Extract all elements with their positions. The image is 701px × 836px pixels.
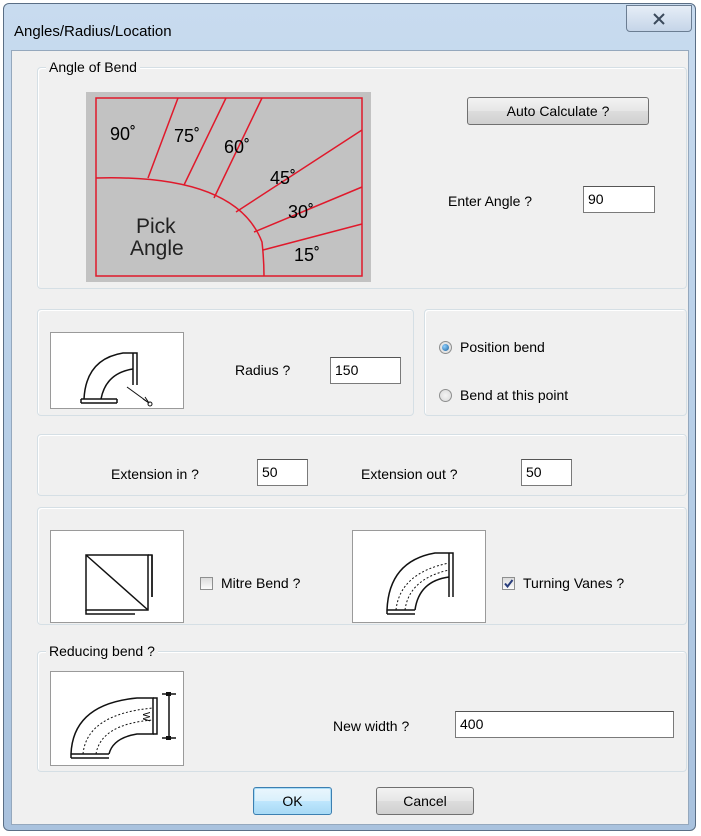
window-title: Angles/Radius/Location	[14, 23, 172, 40]
close-icon	[653, 13, 665, 25]
angle-label-75: 75˚	[174, 126, 200, 146]
angle-label-30: 30˚	[288, 202, 314, 222]
new-width-input[interactable]: 400	[455, 711, 674, 738]
radius-label: Radius ?	[235, 362, 291, 378]
extension-group: Extension in ? 50 Extension out ? 50	[37, 434, 687, 496]
extension-out-input[interactable]: 50	[521, 459, 572, 486]
bend-options-group: Mitre Bend ? Turning Vanes ?	[37, 507, 687, 625]
width-marker-label: W	[140, 712, 151, 722]
angle-label-45: 45˚	[270, 168, 296, 188]
extension-in-input[interactable]: 50	[257, 459, 308, 486]
extension-out-label: Extension out ?	[361, 466, 458, 482]
radius-bend-picture	[50, 332, 184, 409]
pick-angle-label-line1: Pick	[136, 215, 176, 238]
angle-label-90: 90˚	[110, 124, 136, 144]
pick-angle-label-line2: Angle	[130, 237, 184, 260]
dialog-window: Angles/Radius/Location Angle of Bend 90˚…	[3, 3, 696, 831]
ok-button[interactable]: OK	[253, 787, 332, 815]
bend-at-point-label: Bend at this point	[460, 387, 569, 403]
checkmark-icon	[504, 579, 514, 589]
radius-input[interactable]: 150	[330, 357, 401, 384]
position-bend-radio[interactable]: Position bend	[439, 338, 659, 358]
angle-label-60: 60˚	[224, 137, 250, 157]
extension-in-label: Extension in ?	[111, 466, 199, 482]
title-bar[interactable]: Angles/Radius/Location	[4, 4, 695, 44]
position-group: Position bend Bend at this point	[424, 309, 687, 416]
new-width-label: New width ?	[333, 718, 410, 734]
turning-vanes-checkbox-box[interactable]	[502, 577, 515, 590]
mitre-bend-checkbox-box[interactable]	[200, 577, 213, 590]
bend-at-point-radio[interactable]: Bend at this point	[439, 386, 659, 406]
angle-of-bend-group: Angle of Bend 90˚ 75˚ 60˚ 45˚ 30˚ 15˚ Pi…	[37, 59, 687, 289]
angle-of-bend-legend: Angle of Bend	[46, 59, 140, 75]
reducing-bend-legend: Reducing bend ?	[46, 643, 158, 659]
mitre-bend-label: Mitre Bend ?	[221, 575, 301, 591]
enter-angle-input[interactable]: 90	[583, 186, 655, 213]
angle-picker-background	[86, 92, 371, 282]
turning-vanes-label: Turning Vanes ?	[523, 575, 625, 591]
position-bend-label: Position bend	[460, 339, 545, 355]
turning-vanes-picture	[352, 530, 486, 623]
angle-label-15: 15˚	[294, 245, 320, 265]
mitre-bend-checkbox[interactable]: Mitre Bend ?	[200, 574, 340, 594]
enter-angle-label: Enter Angle ?	[448, 193, 533, 209]
bend-at-point-radio-button[interactable]	[439, 389, 452, 402]
cancel-button[interactable]: Cancel	[376, 787, 474, 815]
dialog-client-area: Angle of Bend 90˚ 75˚ 60˚ 45˚ 30˚ 15˚ Pi…	[11, 50, 689, 825]
reducing-bend-group: Reducing bend ? W New width ? 400	[37, 643, 687, 772]
position-bend-radio-button[interactable]	[439, 341, 452, 354]
close-button[interactable]	[626, 5, 692, 32]
auto-calculate-button[interactable]: Auto Calculate ?	[467, 97, 649, 125]
turning-vanes-checkbox[interactable]: Turning Vanes ?	[502, 574, 662, 594]
reducing-bend-picture: W	[50, 671, 184, 766]
angle-picker[interactable]: 90˚ 75˚ 60˚ 45˚ 30˚ 15˚ Pick Angle	[86, 92, 371, 282]
radius-group: Radius ? 150	[37, 309, 414, 416]
mitre-bend-picture	[50, 530, 184, 623]
